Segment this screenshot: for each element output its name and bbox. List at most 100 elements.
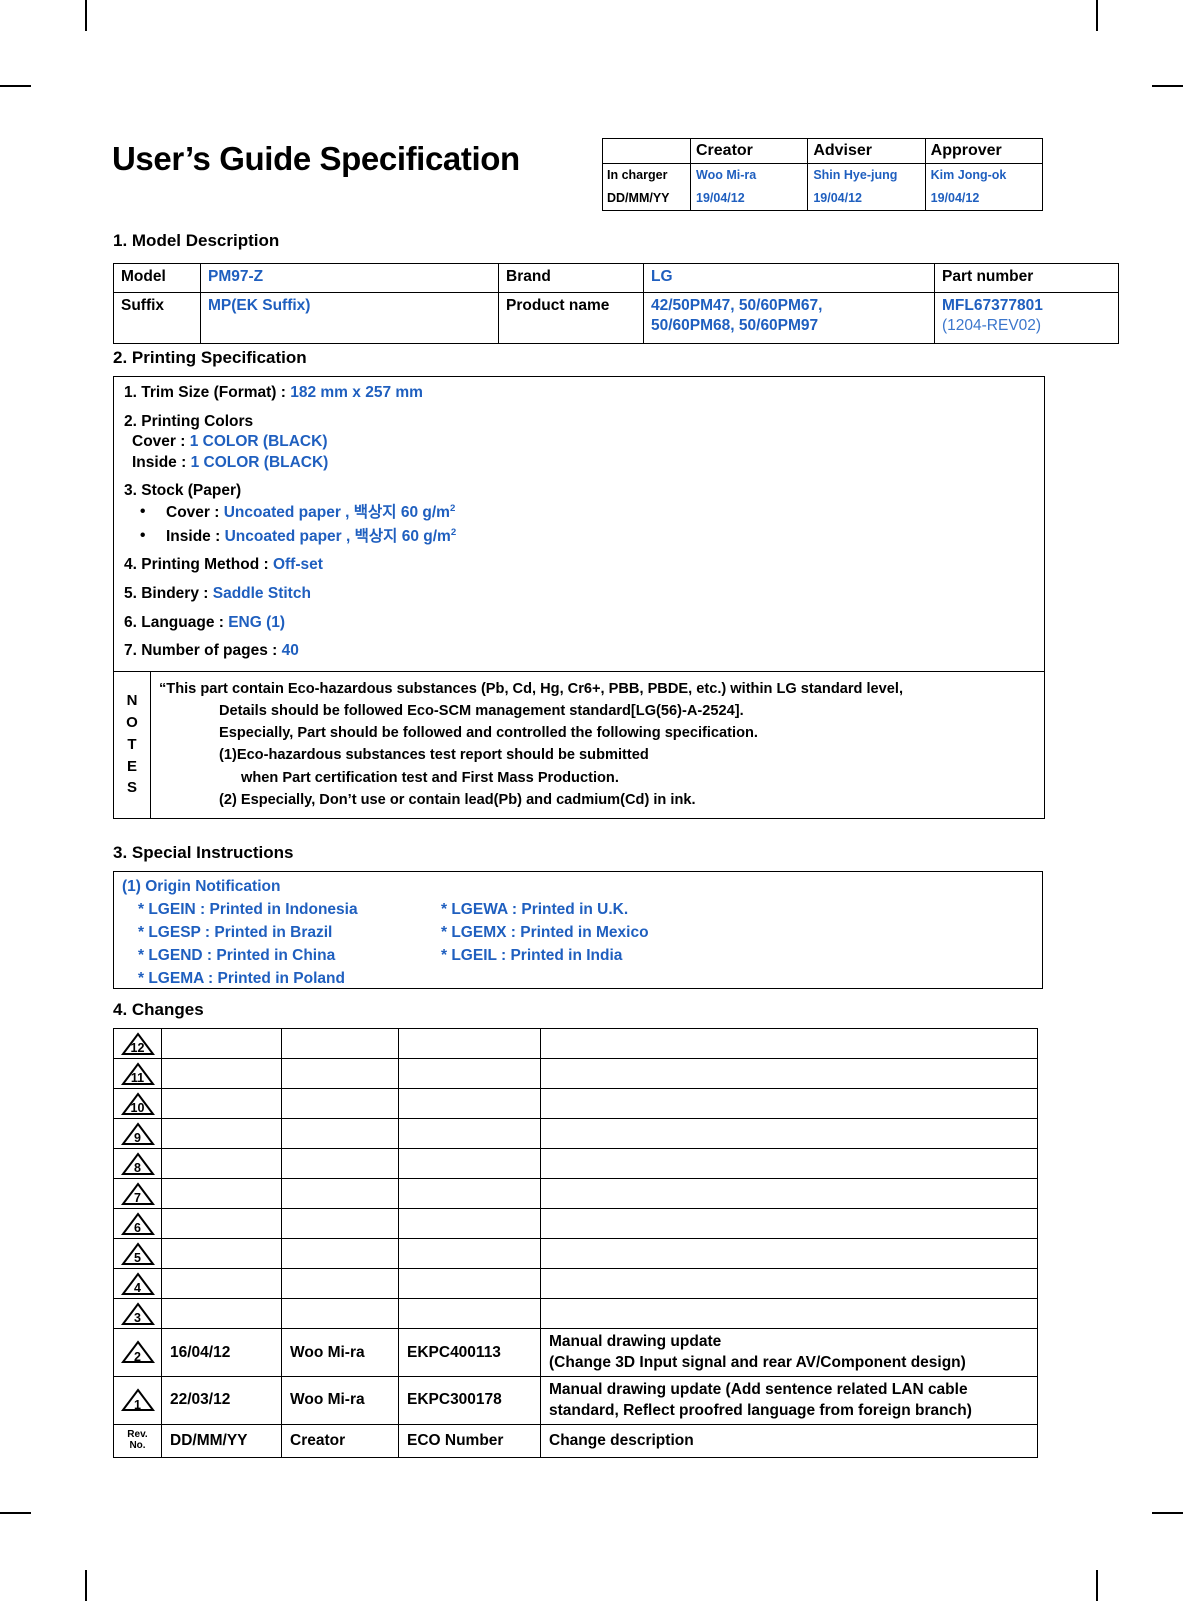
approval-creator-date: 19/04/12 <box>689 187 809 211</box>
section-heading-model-description: 1. Model Description <box>113 231 280 250</box>
table-row: 9 <box>113 1118 1038 1149</box>
revision-marker-cell: 4 <box>113 1268 162 1299</box>
section-heading-printing-specification: 2. Printing Specification <box>113 348 307 367</box>
table-row: 6 <box>113 1208 1038 1239</box>
stock-inside-superscript: 2 <box>450 526 457 538</box>
bindery-line: 5. Bindery : Saddle Stitch <box>124 585 1044 604</box>
change-creator-cell <box>281 1058 399 1089</box>
printing-specification-body: 1. Trim Size (Format) : 182 mm x 257 mm … <box>114 377 1044 671</box>
warning-triangle-icon: 11 <box>120 1061 155 1086</box>
revision-marker-cell: 5 <box>113 1238 162 1269</box>
revision-marker-cell: 9 <box>113 1118 162 1149</box>
brand-value: LG <box>643 263 935 293</box>
change-creator-cell <box>281 1178 399 1209</box>
change-description-cell <box>540 1238 1038 1269</box>
footer-rev-label: Rev. No. <box>113 1423 162 1458</box>
table-row: 4 <box>113 1268 1038 1299</box>
origin-notification-heading: (1) Origin Notification <box>122 878 281 895</box>
revision-number: 8 <box>134 1161 141 1175</box>
change-eco-number-cell <box>398 1058 541 1089</box>
printing-colors-cover-value: 1 COLOR (BLACK) <box>189 433 328 451</box>
section-heading-special-instructions: 3. Special Instructions <box>113 843 294 862</box>
printing-colors-inside-line: Inside : 1 COLOR (BLACK) <box>124 454 1044 473</box>
origin-row: * LGEMA : Printed in Poland <box>114 967 1042 990</box>
number-of-pages-label: 7. Number of pages : <box>124 642 278 660</box>
origin-right: * LGEMX : Printed in Mexico <box>441 924 649 942</box>
printing-colors-label: 2. Printing Colors <box>124 412 254 430</box>
notes-section: N O T E S “This part contain Eco-hazardo… <box>114 670 1044 818</box>
revision-number: 2 <box>134 1349 141 1364</box>
change-eco-number-cell <box>398 1088 541 1119</box>
change-creator-cell <box>281 1028 399 1059</box>
revision-number: 3 <box>134 1311 141 1325</box>
change-description-line: Manual drawing update <box>549 1333 722 1350</box>
warning-triangle-icon: 12 <box>120 1031 155 1056</box>
notes-line: (1)Eco-hazardous substances test report … <box>219 747 649 764</box>
change-description-cell <box>540 1118 1038 1149</box>
trim-size-label: 1. Trim Size (Format) : <box>124 384 286 401</box>
approval-row-label-incharger: In charger <box>602 163 691 187</box>
footer-creator-label: Creator <box>281 1423 399 1458</box>
approval-approver-date: 19/04/12 <box>924 187 1044 211</box>
part-number-line-1: MFL67377801 <box>942 297 1043 314</box>
change-date-cell <box>161 1298 282 1329</box>
footer-eco-label: ECO Number <box>398 1423 541 1458</box>
revision-number: 5 <box>134 1251 141 1265</box>
printing-method-value: Off-set <box>272 556 323 574</box>
notes-line: “This part contain Eco-hazardous substan… <box>159 680 904 697</box>
change-eco-number-cell <box>398 1268 541 1299</box>
trim-size-value: 182 mm x 257 mm <box>290 384 423 401</box>
language-value: ENG (1) <box>228 613 286 631</box>
change-eco-number-cell <box>398 1238 541 1269</box>
origin-left: * LGESP : Printed in Brazil <box>138 924 333 942</box>
change-description-cell: Manual drawing update (Change 3D Input si… <box>540 1328 1038 1377</box>
page-title: User’s Guide Specification <box>112 140 520 177</box>
approval-adviser-name: Shin Hye-jung <box>807 163 926 187</box>
change-date-cell <box>161 1208 282 1239</box>
suffix-label: Suffix <box>113 292 201 344</box>
change-creator-cell <box>281 1298 399 1329</box>
change-date-cell: 16/04/12 <box>161 1328 282 1377</box>
change-date-cell <box>161 1178 282 1209</box>
revision-marker-cell: 10 <box>113 1088 162 1119</box>
change-date-cell <box>161 1238 282 1269</box>
warning-triangle-icon: 7 <box>120 1181 155 1206</box>
suffix-value: MP(EK Suffix) <box>200 292 499 344</box>
crop-mark-bottom-left <box>85 1570 87 1601</box>
origin-left: * LGEND : Printed in China <box>138 947 336 965</box>
stock-cover-value: Uncoated paper , 백상지 60 g/m <box>223 504 450 522</box>
change-date-cell <box>161 1148 282 1179</box>
changes-table-footer-row: Rev. No. DD/MM/YY Creator ECO Number Change d… <box>113 1423 1038 1458</box>
approval-row-label-date: DD/MM/YY <box>602 187 691 211</box>
revision-marker-cell: 11 <box>113 1058 162 1089</box>
table-row: 2 16/04/12 Woo Mi-ra EKPC400113 Manual drawi… <box>113 1328 1038 1377</box>
bullet-icon: • <box>140 526 146 544</box>
revision-number: 7 <box>134 1191 141 1205</box>
approval-incharge-row: In charger Woo Mi-ra Shin Hye-jung Kim J… <box>602 163 1044 187</box>
change-creator-cell: Woo Mi-ra <box>281 1375 399 1425</box>
stock-cover-superscript: 2 <box>449 502 456 514</box>
warning-triangle-icon: 5 <box>120 1241 155 1266</box>
model-table-row: Model PM97-Z Brand LG Part number <box>113 263 1119 293</box>
change-creator-cell <box>281 1208 399 1239</box>
printing-method-line: 4. Printing Method : Off-set <box>124 556 1044 575</box>
notes-label: N O T E S <box>114 671 151 818</box>
revision-number: 1 <box>134 1397 141 1412</box>
origin-row: * LGESP : Printed in Brazil * LGEMX : Pr… <box>114 921 1042 944</box>
notes-letter: S <box>126 779 137 797</box>
printing-specification-box: 1. Trim Size (Format) : 182 mm x 257 mm … <box>113 376 1045 819</box>
printing-colors-cover-label: Cover : <box>132 433 186 451</box>
stock-paper-label: 3. Stock (Paper) <box>124 482 242 500</box>
bindery-label: 5. Bindery : <box>124 585 209 603</box>
notes-letter: T <box>127 735 137 753</box>
stock-inside-row: • Inside : Uncoated paper , 백상지 60 g/m2 <box>124 527 1044 547</box>
approval-header-approver: Approver <box>924 138 1044 164</box>
origin-row: * LGEIN : Printed in Indonesia * LGEWA :… <box>114 898 1042 921</box>
revision-marker-cell: 3 <box>113 1298 162 1329</box>
table-row: 5 <box>113 1238 1038 1269</box>
printing-colors-cover-line: Cover : 1 COLOR (BLACK) <box>124 433 1044 452</box>
revision-marker-cell: 8 <box>113 1148 162 1179</box>
part-number-label: Part number <box>934 263 1119 293</box>
origin-row: * LGEND : Printed in China * LGEIL : Pri… <box>114 944 1042 967</box>
revision-number: 12 <box>130 1041 145 1055</box>
